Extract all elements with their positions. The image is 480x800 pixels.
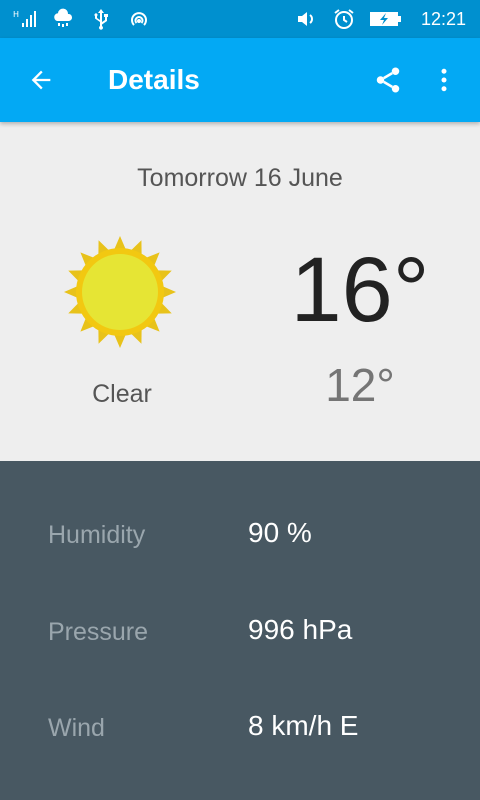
alarm-icon — [331, 6, 357, 32]
status-time: 12:21 — [420, 8, 466, 29]
share-icon — [376, 67, 400, 93]
humidity-label: Humidity — [48, 521, 146, 549]
temperature-high: 16° — [290, 239, 430, 341]
wind-value: 8 km/h E — [248, 710, 359, 741]
pressure-label: Pressure — [48, 618, 149, 646]
overflow-menu-button[interactable] — [416, 38, 472, 122]
status-bar: H 12:21 — [0, 0, 480, 38]
pressure-row: Pressure 996 hPa — [0, 600, 480, 660]
volume-icon — [293, 6, 319, 32]
weather-notification-icon — [50, 6, 76, 32]
hotspot-icon — [126, 6, 152, 32]
temperature-low: 12° — [325, 359, 395, 411]
humidity-row: Humidity 90 % — [0, 503, 480, 563]
back-button[interactable] — [0, 38, 82, 122]
sun-icon — [64, 236, 176, 348]
forecast-date: Tomorrow 16 June — [137, 164, 343, 192]
arrow-back-icon — [31, 70, 51, 90]
details-panel: Humidity 90 % Pressure 996 hPa Wind 8 km… — [0, 461, 480, 800]
page-title: Details — [108, 64, 200, 95]
usb-icon — [88, 6, 114, 32]
app-bar: Details — [0, 38, 480, 122]
humidity-value: 90 % — [248, 517, 312, 548]
pressure-value: 996 hPa — [248, 614, 353, 645]
share-button[interactable] — [360, 38, 416, 122]
battery-charging-icon — [369, 6, 403, 32]
signal-icon: H — [12, 6, 38, 32]
wind-label: Wind — [48, 714, 105, 742]
forecast-panel: Tomorrow 16 June Clear 16° 12° — [0, 122, 480, 461]
condition-label: Clear — [92, 380, 152, 408]
wind-row: Wind 8 km/h E — [0, 696, 480, 756]
more-vert-icon — [441, 68, 447, 92]
svg-text:H: H — [13, 10, 19, 19]
